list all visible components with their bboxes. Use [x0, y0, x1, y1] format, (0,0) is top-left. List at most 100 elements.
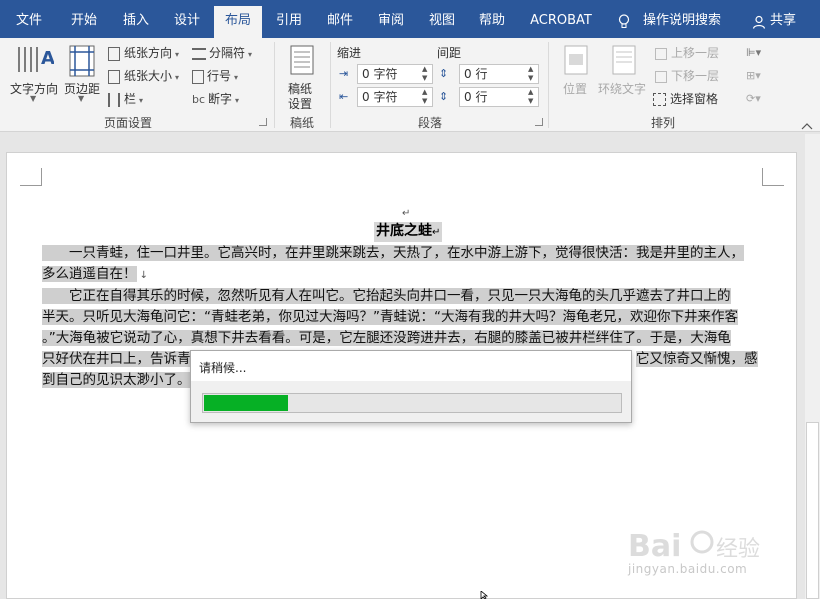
tab-acrobat[interactable]: ACROBAT	[524, 6, 598, 38]
spacing-label: 间距	[437, 46, 462, 60]
document-line[interactable]: 到自己的见识太渺小了。	[42, 370, 191, 391]
paragraph-mark: ↵	[402, 208, 411, 219]
tab-mailings[interactable]: 邮件	[318, 6, 362, 38]
tab-file[interactable]: 文件	[8, 6, 50, 38]
tab-layout[interactable]: 布局	[214, 6, 262, 38]
position-label: 位置	[563, 82, 588, 96]
size-button[interactable]: 纸张大小 ▾	[108, 67, 179, 84]
document-line-text: 到自己的见识太渺小了。	[42, 372, 191, 388]
document-line[interactable]: 多么逍遥自在！ ↓	[42, 264, 148, 285]
tab-home[interactable]: 开始	[62, 6, 106, 38]
spinner-arrows-icon[interactable]: ▲ ▼	[528, 65, 536, 83]
svg-text:经验: 经验	[716, 537, 760, 562]
indent-left-input[interactable]: 0 字符 ▲ ▼	[357, 64, 433, 84]
document-line[interactable]: 只好伏在井口上，告诉青	[42, 349, 191, 370]
orientation-label: 纸张方向	[124, 46, 173, 60]
spinner-arrows-icon[interactable]: ▲ ▼	[528, 88, 536, 106]
manuscript-settings-button[interactable]: 稿纸 设置	[282, 42, 322, 111]
paper-size-icon	[108, 69, 120, 84]
line-numbers-icon	[192, 69, 204, 84]
svg-text:A: A	[41, 48, 54, 69]
chevron-down-icon: ▾	[248, 50, 253, 59]
collapse-ribbon-icon[interactable]	[801, 122, 813, 130]
tab-help[interactable]: 帮助	[470, 6, 514, 38]
tab-review[interactable]: 审阅	[369, 6, 413, 38]
indent-right-icon: ⇤	[339, 90, 349, 103]
spacing-before-value: 0 行	[464, 67, 488, 81]
paragraph-dialog-launcher[interactable]	[535, 118, 543, 126]
tell-me-search[interactable]: 操作说明搜索	[643, 6, 721, 38]
tab-design[interactable]: 设计	[165, 6, 209, 38]
scrollbar-thumb[interactable]	[806, 422, 819, 599]
document-line-text: 多么逍遥自在！	[42, 266, 137, 282]
columns-button[interactable]: 栏 ▾	[108, 90, 143, 107]
ribbon: A 文字方向 ▼ 页边距 ▼ 纸张方向 ▾ 纸张大小 ▾ 栏 ▾ 分隔符 ▾ 行号 ▾ b…	[0, 38, 820, 132]
spacing-after-input[interactable]: 0 行 ▲ ▼	[459, 87, 539, 107]
document-title[interactable]: 井底之蛙↵	[374, 222, 443, 242]
page-setup-group-label: 页面设置	[103, 116, 152, 130]
share-button[interactable]: 共享	[752, 6, 796, 38]
wrap-text-button[interactable]: 环绕文字	[598, 42, 650, 108]
group-separator	[330, 42, 331, 128]
bring-forward-button[interactable]: 上移一层	[655, 44, 719, 61]
document-title-text: 井底之蛙	[376, 223, 432, 239]
document-line-text: 只好伏在井口上，告诉青	[42, 351, 191, 367]
chevron-down-icon: ▾	[234, 73, 239, 82]
text-direction-icon: A	[18, 47, 54, 72]
line-numbers-label: 行号	[207, 69, 232, 83]
tab-references[interactable]: 引用	[267, 6, 311, 38]
group-icon[interactable]: ⊞▾	[746, 69, 761, 82]
please-wait-dialog: 请稍候...	[190, 350, 632, 423]
spacing-before-input[interactable]: 0 行 ▲ ▼	[459, 64, 539, 84]
breaks-label: 分隔符	[209, 46, 246, 60]
send-backward-icon	[655, 70, 667, 83]
manuscript-group-label: 稿纸	[289, 116, 314, 130]
chevron-down-icon: ▾	[175, 50, 180, 59]
send-backward-label: 下移一层	[671, 69, 720, 83]
align-icon[interactable]: ⊫▾	[746, 46, 761, 59]
orientation-button[interactable]: 纸张方向 ▾	[108, 44, 179, 61]
chevron-down-icon: ▾	[175, 73, 180, 82]
margins-button[interactable]: 页边距 ▼	[62, 42, 102, 103]
bring-forward-label: 上移一层	[671, 46, 720, 60]
send-backward-button[interactable]: 下移一层	[655, 67, 719, 84]
progress-bar	[202, 393, 622, 413]
crop-mark	[762, 168, 784, 186]
text-direction-button[interactable]: A 文字方向 ▼	[8, 42, 60, 103]
crop-mark	[20, 168, 42, 186]
position-icon	[564, 45, 588, 75]
document-line-tail[interactable]: 它又惊奇又惭愧，感	[636, 349, 758, 370]
breaks-button[interactable]: 分隔符 ▾	[192, 44, 252, 61]
document-line[interactable]: 半天。只听见大海龟问它：“青蛙老弟，你见过大海吗？”青蛙说：“大海有我的井大吗？…	[42, 307, 738, 328]
mouse-cursor-icon	[480, 591, 489, 599]
line-break-mark: ↓	[136, 270, 149, 281]
spacing-after-value: 0 行	[464, 90, 488, 104]
spacing-after-icon: ⇕	[439, 90, 449, 103]
lightbulb-icon	[618, 14, 630, 28]
watermark-url: jingyan.baidu.com	[628, 562, 748, 576]
paragraph-mark: ↵	[432, 227, 441, 238]
document-line[interactable]: 一只青蛙，住一口井里。它高兴时，在井里跳来跳去，天热了，在水中游上游下，觉得很快…	[42, 243, 744, 264]
hyphenation-button[interactable]: bc 断字 ▾	[192, 90, 239, 107]
indent-right-input[interactable]: 0 字符 ▲ ▼	[357, 87, 433, 107]
document-line[interactable]: 。”大海龟被它说动了心，真想下井去看看。可是，它左腿还没跨进井去，右腿的膝盖已被…	[42, 328, 731, 349]
document-line-text: 一只青蛙，住一口井里。它高兴时，在井里跳来跳去，天热了，在水中游上游下，觉得很快…	[42, 245, 744, 261]
spacing-before-icon: ⇕	[439, 67, 449, 80]
tab-insert[interactable]: 插入	[114, 6, 158, 38]
size-label: 纸张大小	[124, 69, 173, 83]
selection-pane-button[interactable]: 选择窗格	[653, 90, 718, 107]
page-setup-dialog-launcher[interactable]	[259, 118, 267, 126]
tab-view[interactable]: 视图	[420, 6, 464, 38]
spinner-arrows-icon[interactable]: ▲ ▼	[422, 65, 430, 83]
progress-bar-fill	[204, 395, 288, 411]
rotate-icon[interactable]: ⟳▾	[746, 92, 761, 105]
position-button[interactable]: 位置	[556, 42, 596, 108]
spinner-arrows-icon[interactable]: ▲ ▼	[422, 88, 430, 106]
line-numbers-button[interactable]: 行号 ▾	[192, 67, 238, 84]
selection-pane-label: 选择窗格	[670, 92, 719, 106]
share-label: 共享	[770, 13, 797, 28]
document-line[interactable]: 它正在自得其乐的时候，忽然听见有人在叫它。它抬起头向井口一看，只见一只大海龟的头…	[42, 286, 731, 307]
orientation-icon	[108, 46, 120, 61]
chevron-down-icon: ▼	[78, 94, 85, 103]
indent-left-value: 0 字符	[362, 67, 398, 81]
